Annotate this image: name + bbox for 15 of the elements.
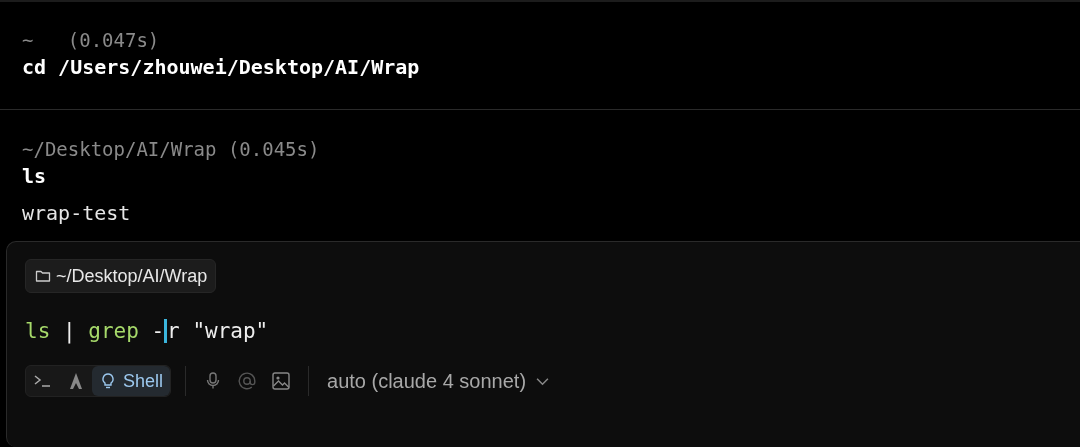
terminal-icon bbox=[33, 372, 53, 390]
block-output: wrap-test bbox=[22, 200, 132, 227]
arrowhead-icon bbox=[67, 372, 85, 390]
chevron-down-icon bbox=[536, 376, 550, 386]
directory-chip[interactable]: ~/Desktop/AI/Wrap bbox=[25, 259, 217, 293]
block-header: ~/Desktop/AI/Wrap (0.045s) bbox=[22, 137, 321, 161]
block-command: ls bbox=[22, 163, 48, 190]
block-header: ~ (0.047s) bbox=[22, 28, 161, 52]
text-cursor bbox=[164, 319, 168, 343]
shell-mode-button[interactable]: Shell bbox=[92, 366, 171, 396]
folder-icon bbox=[34, 268, 52, 284]
block-command: cd /Users/zhouwei/Desktop/AI/Wrap bbox=[22, 54, 421, 81]
command-input[interactable]: ls | grep -r "wrap" bbox=[25, 317, 269, 345]
model-selector[interactable]: auto (claude 4 sonnet) bbox=[323, 369, 554, 393]
lightbulb-icon bbox=[99, 372, 117, 390]
